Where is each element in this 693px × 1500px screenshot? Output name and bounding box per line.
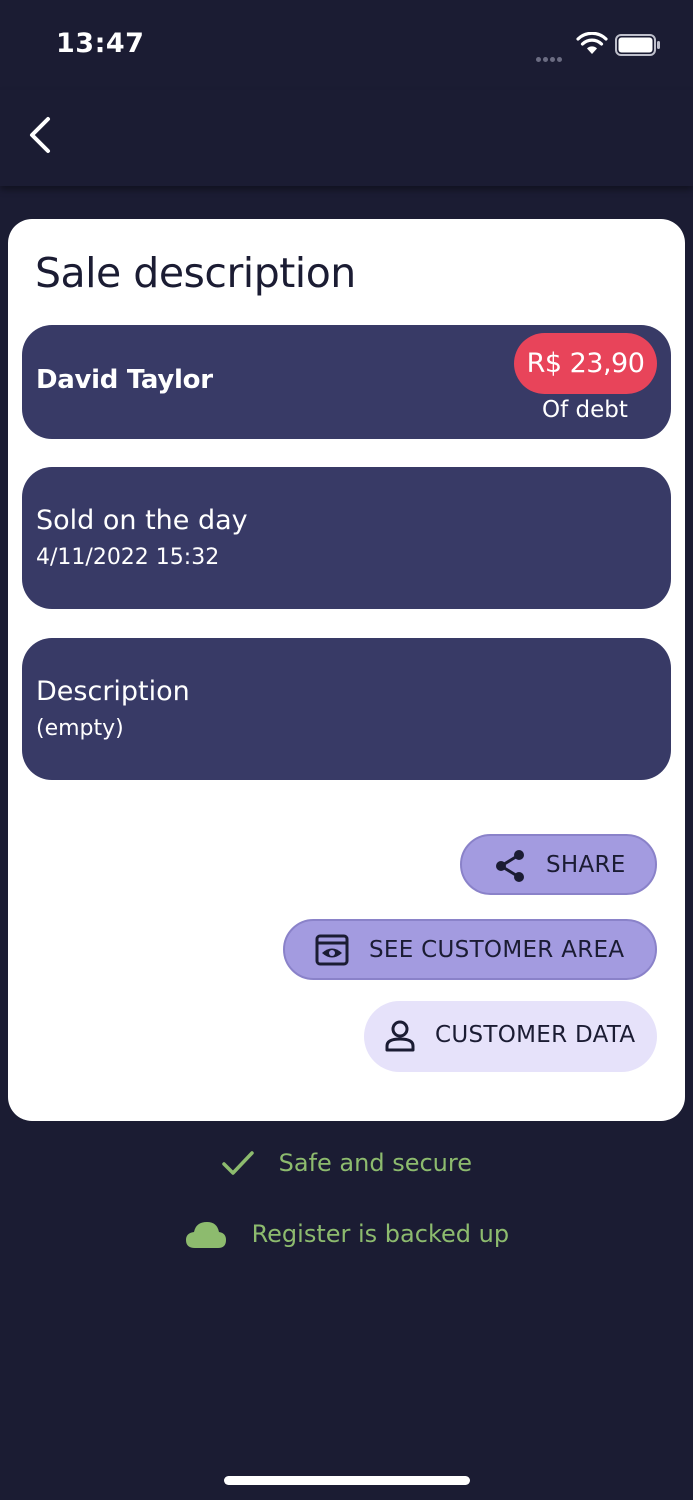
checkmark-icon [222, 1151, 254, 1175]
page-title: Sale description [35, 249, 356, 297]
back-button[interactable] [24, 112, 64, 158]
customer-data-button[interactable]: CUSTOMER DATA [364, 1001, 657, 1072]
customer-card[interactable]: David Taylor R$ 23,90 Of debt [22, 325, 671, 439]
see-customer-area-button[interactable]: SEE CUSTOMER AREA [283, 919, 657, 980]
status-bar: 13:47 [0, 0, 693, 90]
sold-label: Sold on the day [36, 505, 248, 536]
share-icon [496, 850, 524, 882]
safe-secure-row: Safe and secure [0, 1148, 693, 1177]
wifi-icon [576, 32, 608, 54]
sold-date: 4/11/2022 15:32 [36, 545, 220, 570]
battery-icon [615, 34, 660, 56]
navigation-bar [0, 90, 693, 186]
share-label: SHARE [546, 852, 626, 878]
sale-description-sheet: Sale description David Taylor R$ 23,90 O… [8, 219, 685, 1121]
backup-row: Register is backed up [0, 1218, 693, 1250]
share-button[interactable]: SHARE [460, 834, 657, 895]
customer-name: David Taylor [36, 365, 213, 395]
sold-date-card: Sold on the day 4/11/2022 15:32 [22, 467, 671, 609]
see-customer-area-label: SEE CUSTOMER AREA [369, 937, 625, 963]
customer-data-label: CUSTOMER DATA [435, 1022, 636, 1048]
backup-text: Register is backed up [251, 1220, 510, 1248]
cellular-signal-icon [536, 47, 564, 66]
cloud-icon [185, 1222, 226, 1248]
description-value: (empty) [36, 716, 124, 741]
eye-icon [315, 934, 349, 966]
debt-label: Of debt [542, 397, 628, 423]
description-label: Description [36, 676, 190, 707]
chevron-left-icon [30, 117, 50, 153]
person-icon [385, 1020, 415, 1052]
debt-amount-badge: R$ 23,90 [514, 333, 657, 394]
home-indicator[interactable] [224, 1476, 470, 1485]
safe-secure-text: Safe and secure [278, 1149, 472, 1177]
description-card[interactable]: Description (empty) [22, 638, 671, 780]
status-time: 13:47 [56, 28, 145, 59]
